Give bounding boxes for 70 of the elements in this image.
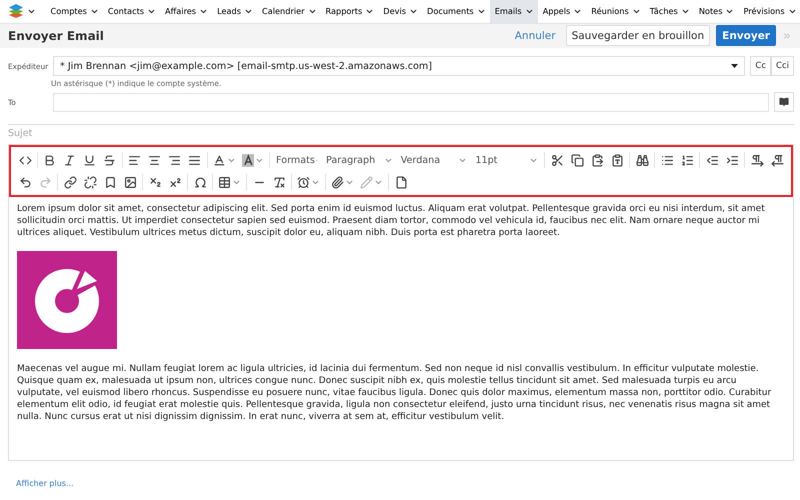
save-draft-button[interactable]: Sauvegarder en brouillon — [566, 25, 710, 46]
source-code-icon — [18, 154, 32, 166]
caret-icon — [731, 64, 738, 68]
numbered-list-icon — [680, 154, 694, 166]
cancel-link[interactable]: Annuler — [510, 30, 560, 42]
subscript-icon — [148, 176, 162, 188]
sender-select[interactable]: * Jim Brennan <jim@example.com> [email-smtp.us-west-2.amazonaws.com] — [53, 56, 746, 76]
indent-icon — [726, 154, 739, 166]
paste-text-icon — [610, 154, 624, 166]
bold-icon — [43, 154, 56, 166]
align-center-icon — [148, 154, 162, 166]
align-left-icon — [128, 154, 142, 166]
unlink-icon — [84, 176, 96, 188]
undo-icon — [18, 176, 32, 188]
body-paragraph: Lorem ipsum dolor sit amet, consectetur adipiscing elit. Sed porta enim id euismod luctus. Aliquam erat volutpat. Pellentesque gravida orci eu nisi interdum, sit amet sollicitudin orci mattis. Ut imperdiet consectetur sapien sed euismod. Praesent diam tortor, commodo vel vehicula id, faucibus nec elit. Nam ornare neque auctor mi ultrices aliquet. Vestibulum ultrices metus dictum, suscipit dolor eu, aliquam nibh. Duis porta est pharetra porta laoreet. — [17, 203, 766, 239]
image-icon — [124, 176, 136, 188]
cc-button[interactable]: Cc — [750, 56, 772, 76]
nav-tab[interactable]: Leads — [212, 0, 258, 23]
bullet-list-icon — [660, 154, 674, 166]
nav-tab[interactable]: Contacts — [103, 0, 161, 23]
attachment-icon — [331, 176, 344, 188]
address-book-icon — [779, 97, 789, 107]
left-to-right-icon — [750, 154, 764, 166]
align-justify-icon — [188, 154, 202, 166]
underline-icon — [83, 154, 96, 166]
special-character-icon — [194, 176, 206, 188]
page-title: Envoyer Email — [8, 28, 105, 43]
nav-tab[interactable]: Réunions — [586, 0, 646, 23]
copy-icon — [570, 154, 584, 166]
nav-tab[interactable]: Rapports — [321, 0, 379, 23]
address-book-button[interactable] — [774, 92, 794, 112]
bcc-button[interactable]: Cci — [771, 56, 794, 76]
font-size-dropdown[interactable]: 11pt — [471, 150, 542, 170]
italic-icon — [63, 154, 76, 166]
strikethrough-icon — [103, 154, 116, 166]
link-icon — [64, 176, 76, 188]
highlight-icon — [242, 154, 254, 166]
nav-tab[interactable]: Emails — [490, 0, 538, 23]
bookmark-icon — [104, 176, 116, 188]
new-document-icon — [394, 176, 408, 188]
nav-tab[interactable]: Comptes — [46, 0, 104, 23]
nav-tab[interactable]: Calendrier — [258, 0, 321, 23]
nav-tab[interactable]: Tâches — [645, 0, 694, 23]
send-button[interactable]: Envoyer — [716, 25, 776, 46]
cut-icon — [550, 154, 564, 166]
outdent-icon — [706, 154, 719, 166]
paste-icon — [590, 154, 604, 166]
nav-tab[interactable]: Documents — [422, 0, 490, 23]
nav-tab[interactable]: Appels — [538, 0, 587, 23]
nav-tab[interactable]: Prévisions — [738, 0, 800, 23]
formats-dropdown[interactable]: Formats — [272, 150, 322, 170]
show-more-link[interactable]: Afficher plus... — [16, 479, 74, 488]
superscript-icon — [168, 176, 182, 188]
table-icon — [218, 176, 231, 188]
alarm-clock-icon — [297, 176, 310, 188]
nav-tab[interactable]: Affaires — [160, 0, 213, 23]
align-right-icon — [168, 154, 182, 166]
find-icon — [636, 154, 649, 166]
font-family-dropdown[interactable]: Verdana — [396, 150, 472, 170]
block-format-dropdown[interactable]: Paragraph — [322, 150, 397, 170]
text-color-icon — [212, 154, 226, 166]
pencil-icon — [360, 176, 373, 188]
to-input-field[interactable] — [53, 92, 769, 112]
layers-logo-icon — [8, 3, 24, 20]
clear-formatting-icon — [272, 176, 286, 188]
right-to-left-icon — [770, 154, 784, 166]
body-paragraph: Maecenas vel augue mi. Nullam feugiat lorem ac ligula ultricies, id lacinia dui fermentum. Sed non neque id nisl convallis vestibulum. In efficitur vulputate molestie. Quisque quam ex, malesuada ut ipsum non, ultrices congue nunc. Donec suscipit nibh ex, quis molestie tellus tincidunt sit amet. Sed malesuada turpis eu arcu vulputate, vel euismod libero rhoncus. Suspendisse eu posuere nunc, vitae faucibus ligula. Donec quis dolor maximus, elementum massa non, porttitor odio. Curabitur elementum elit odio, id feugiat erat molestie quis. Pellentesque gravida, ligula non consectetur eleifend, justo urna tincidunt risus, nec venenatis risus magna sit amet nulla. Nunc cursus erat ut nisi dignissim dignissim. In erat nunc, viverra at sem at, efficitur vestibulum velit. — [17, 363, 772, 423]
redo-icon — [38, 176, 52, 188]
nav-tab[interactable]: Devis — [378, 0, 423, 23]
nav-tab[interactable]: Notes — [694, 0, 739, 23]
